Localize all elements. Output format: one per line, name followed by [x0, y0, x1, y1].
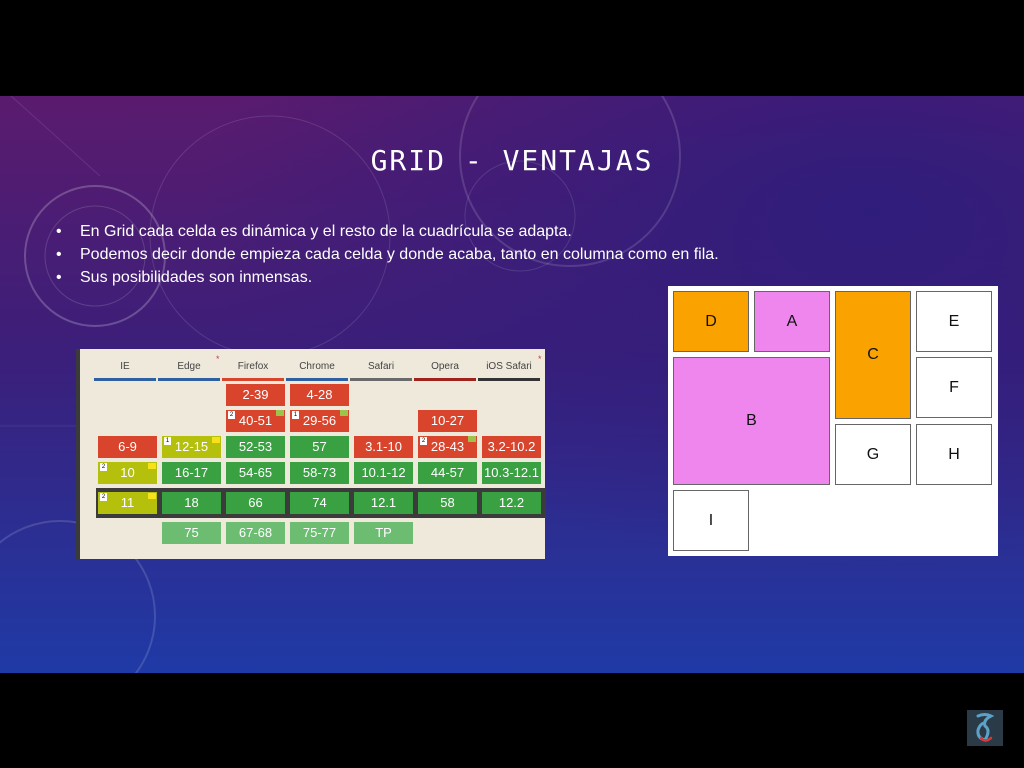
- support-cell: 74: [290, 492, 349, 514]
- flag-icon: [340, 410, 348, 416]
- support-cell: 3.1-10: [354, 436, 413, 458]
- support-cell: 67-68: [226, 522, 285, 544]
- flag-icon: [148, 463, 156, 469]
- grid-layout-demo: D A C E B F G H I: [668, 286, 998, 556]
- note-badge: 2: [100, 493, 107, 501]
- browser-underline: [158, 378, 220, 381]
- asterisk-icon: *: [216, 354, 220, 364]
- note-badge: 2: [420, 437, 427, 445]
- grid-cell-i: I: [673, 490, 749, 551]
- grid-cell-c: C: [835, 291, 911, 419]
- note-badge: 1: [164, 437, 171, 445]
- flag-icon: [212, 437, 220, 443]
- support-cell: 57: [290, 436, 349, 458]
- grid-cell-f: F: [916, 357, 992, 418]
- browser-underline: [94, 378, 156, 381]
- grid-cell-a: A: [754, 291, 830, 352]
- support-cell: 75: [162, 522, 221, 544]
- grid-cell-g: G: [835, 424, 911, 485]
- browser-header-firefox: Firefox: [237, 361, 269, 372]
- channel-logo: [967, 710, 1003, 746]
- bullet-list: En Grid cada celda es dinámica y el rest…: [56, 220, 719, 289]
- letterbox-top: [0, 0, 1024, 96]
- grid-cell-e: E: [916, 291, 992, 352]
- support-cell: 52-53: [226, 436, 285, 458]
- grid-cell-d: D: [673, 291, 749, 352]
- support-cell: 6-9: [98, 436, 157, 458]
- bullet-item: En Grid cada celda es dinámica y el rest…: [56, 220, 719, 243]
- note-badge: 1: [292, 411, 299, 419]
- support-cell: 66: [226, 492, 285, 514]
- grid-cell-h: H: [916, 424, 992, 485]
- browser-underline: [414, 378, 476, 381]
- support-cell: 2-39: [226, 384, 285, 406]
- asterisk-icon: *: [538, 354, 542, 364]
- support-cell: 54-65: [226, 462, 285, 484]
- browser-header-chrome: Chrome: [299, 361, 335, 372]
- slide-title: GRID - VENTAJAS: [370, 144, 654, 177]
- note-badge: 2: [228, 411, 235, 419]
- flag-icon: [148, 493, 156, 499]
- support-cell: 75-77: [290, 522, 349, 544]
- support-cell: 10.3-12.1: [482, 462, 541, 484]
- support-cell: 12.2: [482, 492, 541, 514]
- browser-header-edge: Edge: [177, 361, 201, 372]
- support-cell: 58: [418, 492, 477, 514]
- support-cell: 12.1: [354, 492, 413, 514]
- browser-header-safari: Safari: [367, 361, 395, 372]
- letterbox-bottom: [0, 673, 1024, 768]
- browser-underline: [222, 378, 284, 381]
- flag-icon: [276, 410, 284, 416]
- support-cell: TP: [354, 522, 413, 544]
- support-cell: 10-27: [418, 410, 477, 432]
- support-cell: 44-57: [418, 462, 477, 484]
- flag-icon: [468, 436, 476, 442]
- bullet-item: Podemos decir donde empieza cada celda y…: [56, 243, 719, 266]
- browser-underline: [478, 378, 540, 381]
- support-cell: 18: [162, 492, 221, 514]
- support-cell: 10.1-12: [354, 462, 413, 484]
- grid-cell-b: B: [673, 357, 830, 485]
- browser-underline: [350, 378, 412, 381]
- browser-support-table: IE Edge Firefox Chrome Safari Opera iOS …: [76, 349, 546, 559]
- support-cell: 16-17: [162, 462, 221, 484]
- bullet-item: Sus posibilidades son inmensas.: [56, 266, 719, 289]
- support-cell: 58-73: [290, 462, 349, 484]
- browser-underline: [286, 378, 348, 381]
- note-badge: 2: [100, 463, 107, 471]
- browser-header-opera: Opera: [431, 361, 459, 372]
- browser-header-ie: IE: [120, 361, 130, 372]
- presentation-slide: GRID - VENTAJAS En Grid cada celda es di…: [0, 96, 1024, 673]
- support-cell: 3.2-10.2: [482, 436, 541, 458]
- support-cell: 4-28: [290, 384, 349, 406]
- browser-header-ios-safari: iOS Safari: [486, 361, 532, 372]
